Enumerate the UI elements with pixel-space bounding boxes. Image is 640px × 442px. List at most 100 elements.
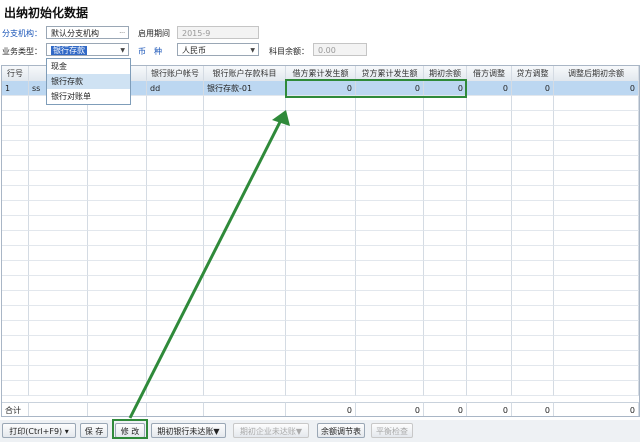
org-browse-icon[interactable]: ···	[119, 27, 125, 40]
empty-table-row[interactable]	[2, 216, 639, 231]
empty-cell[interactable]	[512, 126, 554, 141]
empty-cell[interactable]	[554, 156, 639, 171]
col-header-credit-adjust[interactable]: 贷方调整	[512, 66, 554, 81]
empty-cell[interactable]	[88, 351, 147, 366]
col-header-account-no[interactable]: 银行账户帐号	[147, 66, 204, 81]
empty-cell[interactable]	[286, 111, 356, 126]
dropdown-option-bank-statement[interactable]: 银行对账单	[47, 89, 130, 104]
empty-cell[interactable]	[286, 336, 356, 351]
empty-cell[interactable]	[2, 351, 29, 366]
empty-cell[interactable]	[286, 231, 356, 246]
empty-cell[interactable]	[554, 276, 639, 291]
empty-cell[interactable]	[29, 171, 88, 186]
empty-cell[interactable]	[356, 111, 424, 126]
empty-cell[interactable]	[512, 246, 554, 261]
empty-cell[interactable]	[29, 276, 88, 291]
empty-table-row[interactable]	[2, 246, 639, 261]
empty-cell[interactable]	[2, 216, 29, 231]
empty-cell[interactable]	[2, 156, 29, 171]
empty-cell[interactable]	[147, 111, 204, 126]
empty-cell[interactable]	[356, 351, 424, 366]
empty-cell[interactable]	[286, 366, 356, 381]
empty-cell[interactable]	[512, 366, 554, 381]
empty-cell[interactable]	[512, 156, 554, 171]
cell-account-no[interactable]: dd	[147, 81, 204, 96]
empty-cell[interactable]	[286, 126, 356, 141]
empty-cell[interactable]	[554, 246, 639, 261]
empty-cell[interactable]	[356, 276, 424, 291]
empty-table-row[interactable]	[2, 156, 639, 171]
empty-cell[interactable]	[29, 291, 88, 306]
empty-cell[interactable]	[512, 291, 554, 306]
empty-cell[interactable]	[204, 366, 286, 381]
empty-cell[interactable]	[424, 156, 467, 171]
cell-debit-adjust[interactable]: 0	[467, 81, 512, 96]
empty-cell[interactable]	[29, 126, 88, 141]
empty-cell[interactable]	[512, 231, 554, 246]
empty-cell[interactable]	[554, 321, 639, 336]
save-button[interactable]: 保 存	[80, 423, 108, 438]
empty-cell[interactable]	[204, 321, 286, 336]
col-header-debit-adjust[interactable]: 借方调整	[467, 66, 512, 81]
empty-cell[interactable]	[512, 351, 554, 366]
empty-cell[interactable]	[467, 156, 512, 171]
empty-table-row[interactable]	[2, 366, 639, 381]
empty-cell[interactable]	[467, 141, 512, 156]
empty-cell[interactable]	[147, 126, 204, 141]
empty-table-row[interactable]	[2, 276, 639, 291]
empty-cell[interactable]	[29, 246, 88, 261]
empty-cell[interactable]	[2, 381, 29, 396]
empty-cell[interactable]	[356, 126, 424, 141]
empty-cell[interactable]	[2, 96, 29, 111]
col-header-row-no[interactable]: 行号	[2, 66, 29, 81]
empty-cell[interactable]	[29, 321, 88, 336]
empty-cell[interactable]	[554, 306, 639, 321]
empty-cell[interactable]	[29, 231, 88, 246]
empty-cell[interactable]	[424, 261, 467, 276]
empty-cell[interactable]	[29, 156, 88, 171]
empty-cell[interactable]	[204, 201, 286, 216]
empty-cell[interactable]	[467, 336, 512, 351]
col-header-debit-total[interactable]: 借方累计发生额	[286, 66, 356, 81]
empty-cell[interactable]	[467, 201, 512, 216]
empty-cell[interactable]	[204, 381, 286, 396]
empty-cell[interactable]	[467, 306, 512, 321]
empty-cell[interactable]	[512, 216, 554, 231]
empty-cell[interactable]	[286, 96, 356, 111]
empty-cell[interactable]	[88, 336, 147, 351]
cell-deposit-subject[interactable]: 银行存款-01	[204, 81, 286, 96]
empty-cell[interactable]	[356, 201, 424, 216]
empty-cell[interactable]	[512, 141, 554, 156]
empty-cell[interactable]	[2, 171, 29, 186]
empty-cell[interactable]	[512, 381, 554, 396]
bank-unreached-button[interactable]: 期初银行未达账▼	[151, 423, 226, 438]
empty-cell[interactable]	[147, 276, 204, 291]
empty-cell[interactable]	[147, 96, 204, 111]
empty-cell[interactable]	[88, 216, 147, 231]
empty-cell[interactable]	[467, 111, 512, 126]
empty-cell[interactable]	[29, 216, 88, 231]
empty-cell[interactable]	[2, 201, 29, 216]
empty-cell[interactable]	[2, 321, 29, 336]
empty-cell[interactable]	[424, 291, 467, 306]
empty-cell[interactable]	[554, 366, 639, 381]
empty-cell[interactable]	[147, 381, 204, 396]
empty-cell[interactable]	[88, 276, 147, 291]
empty-cell[interactable]	[286, 141, 356, 156]
empty-cell[interactable]	[424, 306, 467, 321]
empty-cell[interactable]	[554, 111, 639, 126]
empty-cell[interactable]	[204, 96, 286, 111]
empty-table-row[interactable]	[2, 321, 639, 336]
empty-cell[interactable]	[424, 336, 467, 351]
edit-button[interactable]: 修 改	[115, 423, 145, 438]
empty-cell[interactable]	[356, 336, 424, 351]
empty-cell[interactable]	[424, 96, 467, 111]
col-header-deposit-subject[interactable]: 银行账户存款科目	[204, 66, 286, 81]
empty-cell[interactable]	[467, 366, 512, 381]
dropdown-option-bank-deposit[interactable]: 银行存款	[47, 74, 130, 89]
empty-cell[interactable]	[147, 336, 204, 351]
empty-cell[interactable]	[356, 96, 424, 111]
empty-table-row[interactable]	[2, 186, 639, 201]
empty-cell[interactable]	[2, 291, 29, 306]
cell-debit-total[interactable]: 0	[286, 81, 356, 96]
